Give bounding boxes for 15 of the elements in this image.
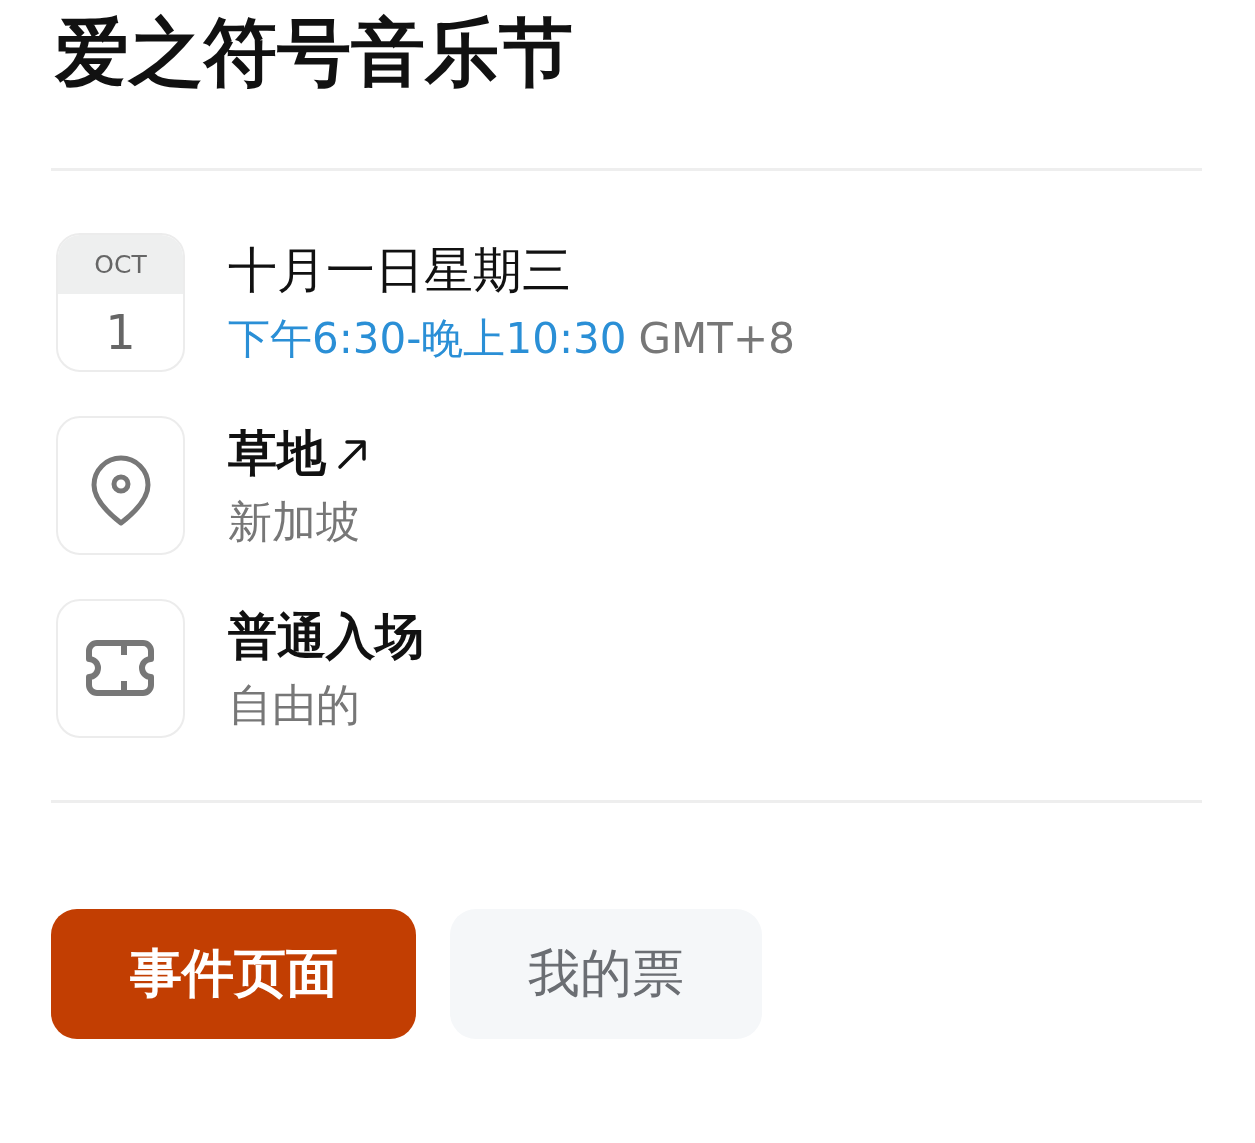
event-time: 下午6:30-晚上10:30	[228, 312, 627, 365]
detail-subtitle: 自由的	[228, 677, 360, 732]
location-pin-icon	[56, 416, 185, 555]
event-date: 十月一日星期三	[228, 240, 571, 301]
calendar-month: OCT	[58, 235, 183, 294]
venue-link[interactable]: 草地	[228, 421, 368, 486]
event-title: 爱之符号音乐节	[53, 8, 574, 97]
my-tickets-button[interactable]: 我的票	[450, 909, 762, 1039]
ticket-icon	[56, 599, 185, 738]
event-page-button[interactable]: 事件页面	[51, 909, 416, 1039]
detail-subtitle: 新加坡	[228, 494, 360, 549]
detail-title: 普通入场	[228, 606, 424, 667]
arrow-up-right-icon	[336, 437, 368, 470]
calendar-day: 1	[58, 294, 183, 370]
time-zone: GMT+8	[638, 312, 795, 365]
